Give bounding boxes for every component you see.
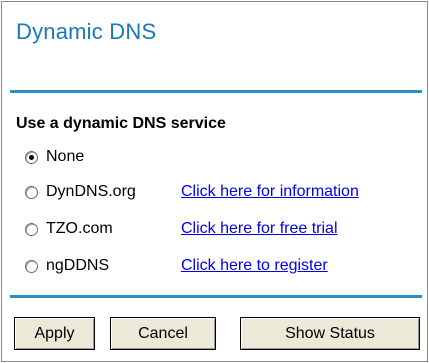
bottom-divider bbox=[10, 295, 422, 298]
dyndns-info-link[interactable]: Click here for information bbox=[181, 183, 359, 201]
tzo-trial-link[interactable]: Click here for free trial bbox=[181, 220, 338, 238]
radio-dyndns[interactable] bbox=[25, 186, 38, 199]
section-label: Use a dynamic DNS service bbox=[16, 115, 226, 132]
cancel-button[interactable]: Cancel bbox=[110, 317, 216, 350]
option-ngddns-label: ngDDNS bbox=[46, 257, 110, 274]
option-dyndns-label: DynDNS.org bbox=[46, 183, 136, 200]
radio-tzo[interactable] bbox=[25, 223, 38, 236]
top-divider bbox=[10, 90, 422, 93]
radio-none[interactable] bbox=[25, 151, 38, 164]
page-title: Dynamic DNS bbox=[16, 19, 157, 44]
ngddns-register-link[interactable]: Click here to register bbox=[181, 257, 328, 275]
radio-ngddns[interactable] bbox=[25, 260, 38, 273]
apply-button[interactable]: Apply bbox=[14, 317, 95, 350]
dynamic-dns-panel: Dynamic DNS Use a dynamic DNS service No… bbox=[1, 1, 428, 362]
show-status-button[interactable]: Show Status bbox=[240, 317, 420, 350]
option-tzo-label: TZO.com bbox=[46, 220, 113, 237]
option-none-label: None bbox=[46, 148, 85, 165]
